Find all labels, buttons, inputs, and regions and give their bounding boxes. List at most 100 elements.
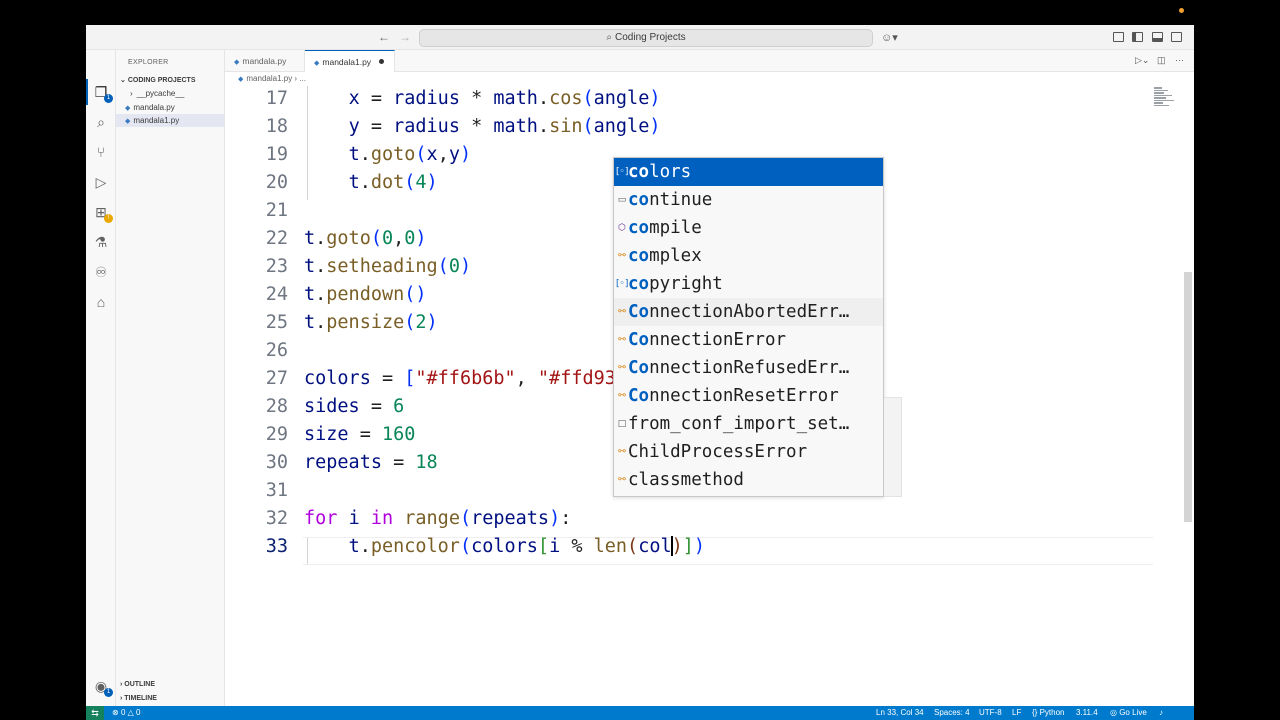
problems-indicator[interactable]: ⊗ 0 △ 0: [112, 706, 140, 720]
language-mode[interactable]: {} Python: [1032, 706, 1064, 720]
command-center-label: Coding Projects: [615, 32, 686, 43]
suggestion-item[interactable]: ⚯ ChildProcessError: [614, 438, 883, 466]
go-live-button[interactable]: ◎ Go Live: [1110, 706, 1147, 720]
search-icon: ⌕: [606, 32, 612, 43]
toggle-sidebar-icon[interactable]: [1132, 32, 1143, 42]
notifications-bell-icon[interactable]: ♪: [1159, 706, 1163, 720]
class-icon: ⚯: [618, 391, 626, 401]
suggestion-item[interactable]: ⚯ ConnectionAbortedErr…: [614, 298, 883, 326]
testing-icon[interactable]: ⚗: [92, 233, 110, 251]
explorer-icon[interactable]: ❐ 1: [92, 83, 113, 103]
suggestion-item[interactable]: [◦] copyright: [614, 270, 883, 298]
suggestion-item[interactable]: ⚯ complex: [614, 242, 883, 270]
toggle-secondary-sidebar-icon[interactable]: [1171, 32, 1182, 42]
line-number: 26: [265, 340, 288, 361]
python-version[interactable]: 3.11.4: [1076, 706, 1098, 720]
line-number: 30: [265, 452, 288, 473]
line-code: y = radius * math.sin(angle): [348, 116, 661, 137]
chevron-right-icon: ›: [130, 89, 133, 98]
line-number: 25: [265, 312, 288, 333]
timeline-section[interactable]: › TIMELINE: [120, 695, 157, 702]
python-file-icon: ◆: [234, 59, 240, 66]
notification-dot: [1179, 8, 1184, 13]
error-icon: ⊗: [112, 708, 119, 717]
run-python-icon[interactable]: ▷⌄: [1135, 55, 1149, 66]
layout-toggle-icon[interactable]: [1113, 32, 1124, 42]
code-line: 18 y = radius * math.sin(angle): [225, 113, 1155, 141]
suggestion-item[interactable]: ▭ continue: [614, 186, 883, 214]
more-actions-icon[interactable]: ···: [1175, 55, 1184, 65]
forward-arrow-icon[interactable]: →: [399, 30, 411, 44]
encoding[interactable]: UTF-8: [979, 706, 1002, 720]
python-file-icon: ◆: [125, 118, 131, 125]
tab-mandala1[interactable]: ◆ mandala1.py: [305, 50, 395, 72]
chevron-down-icon: ⌄: [120, 77, 128, 84]
indentation[interactable]: Spaces: 4: [934, 706, 970, 720]
line-code: t.goto(0,0): [304, 228, 427, 249]
vscode-window: ← → ⌕ Coding Projects ☺▾ ❐ 1 ⌕ ⑂ ▷ ⊞! ⚗ ♾ …: [86, 25, 1194, 720]
python-icon[interactable]: ♾: [92, 263, 110, 281]
remote-indicator-icon[interactable]: ⇆: [86, 706, 104, 720]
line-ending[interactable]: LF: [1012, 706, 1021, 720]
run-debug-icon[interactable]: ▷: [92, 173, 110, 191]
suggestion-item[interactable]: ⚯ classmethod: [614, 466, 883, 494]
suggestion-item[interactable]: [◦] colors: [614, 158, 883, 186]
line-number: 31: [265, 480, 288, 501]
line-number: 22: [265, 228, 288, 249]
breadcrumb-file[interactable]: mandala1.py: [246, 74, 292, 83]
tree-item-pycache[interactable]: › __pycache__: [116, 87, 224, 100]
suggestion-details-pane: [884, 397, 902, 497]
class-icon: ⚯: [618, 307, 626, 317]
warning-icon: △: [127, 708, 134, 717]
source-control-icon[interactable]: ⑂: [92, 143, 110, 161]
command-center-search[interactable]: ⌕ Coding Projects: [419, 29, 873, 47]
remote-explorer-icon[interactable]: ⌂: [92, 293, 110, 311]
tab-bar: ◆ mandala.py ◆ mandala1.py ▷⌄ ◫ ···: [225, 50, 1194, 72]
suggestion-item[interactable]: ⚯ ConnectionError: [614, 326, 883, 354]
line-code: t.setheading(0): [304, 256, 472, 277]
extensions-icon[interactable]: ⊞!: [92, 203, 113, 223]
search-icon[interactable]: ⌕: [92, 113, 110, 131]
suggestion-item[interactable]: ⚯ ConnectionRefusedErr…: [614, 354, 883, 382]
line-code: repeats = 18: [304, 452, 438, 473]
line-code: t.goto(x,y): [348, 144, 472, 165]
tree-item-mandala[interactable]: ◆ mandala.py: [116, 101, 224, 114]
unsaved-dot-icon[interactable]: [379, 59, 385, 64]
back-arrow-icon[interactable]: ←: [378, 30, 390, 44]
suggestion-item[interactable]: ⬡ compile: [614, 214, 883, 242]
line-code: sides = 6: [304, 396, 405, 417]
line-number: 32: [265, 508, 288, 529]
breadcrumb: ◆ mandala1.py › ...: [225, 72, 1194, 86]
class-icon: ⚯: [618, 475, 626, 485]
braces-icon: {}: [1032, 708, 1040, 717]
activity-bar: ❐1 ⌕ ⑂ ▷ ⊞! ⚗ ♾ ⌂ ◉1 ⚙: [86, 50, 116, 720]
line-number: 17: [265, 88, 288, 109]
split-editor-icon[interactable]: ◫: [1157, 55, 1166, 66]
code-line: 32 for i in range(repeats):: [225, 505, 1155, 533]
line-code: t.dot(4): [348, 172, 438, 193]
class-icon: ⚯: [618, 335, 626, 345]
explorer-title: EXPLORER: [128, 59, 169, 66]
line-number: 27: [265, 368, 288, 389]
status-bar: ⇆ ⊗ 0 △ 0 Ln 33, Col 34 Spaces: 4 UTF-8 …: [86, 706, 1194, 720]
breadcrumb-more[interactable]: ...: [299, 74, 306, 83]
copilot-icon[interactable]: ☺▾: [881, 31, 898, 44]
outline-section[interactable]: › OUTLINE: [120, 681, 155, 688]
folder-name: CODING PROJECTS: [127, 77, 196, 84]
suggestion-item[interactable]: ⚯ ConnectionResetError: [614, 382, 883, 410]
line-code: t.pencolor(colors[i % len(col)]): [348, 536, 706, 557]
tab-mandala[interactable]: ◆ mandala.py: [225, 50, 305, 72]
broadcast-icon: ◎: [1110, 708, 1120, 717]
tree-item-mandala1[interactable]: ◆ mandala1.py: [116, 114, 224, 127]
active-indicator: [86, 79, 88, 105]
vertical-scrollbar[interactable]: [1184, 272, 1192, 522]
title-bar: ← → ⌕ Coding Projects ☺▾: [86, 25, 1194, 50]
folder-header[interactable]: ⌄ CODING PROJECTS: [120, 76, 196, 84]
toggle-panel-icon[interactable]: [1152, 32, 1163, 42]
tree-item-label: __pycache__: [136, 89, 185, 98]
cursor-position[interactable]: Ln 33, Col 34: [876, 706, 924, 720]
suggestion-item[interactable]: □ from_conf_import_set…: [614, 410, 883, 438]
account-icon[interactable]: ◉ 1: [92, 677, 113, 697]
minimap[interactable]: [1154, 87, 1180, 115]
tree-item-label: mandala.py: [133, 103, 175, 112]
